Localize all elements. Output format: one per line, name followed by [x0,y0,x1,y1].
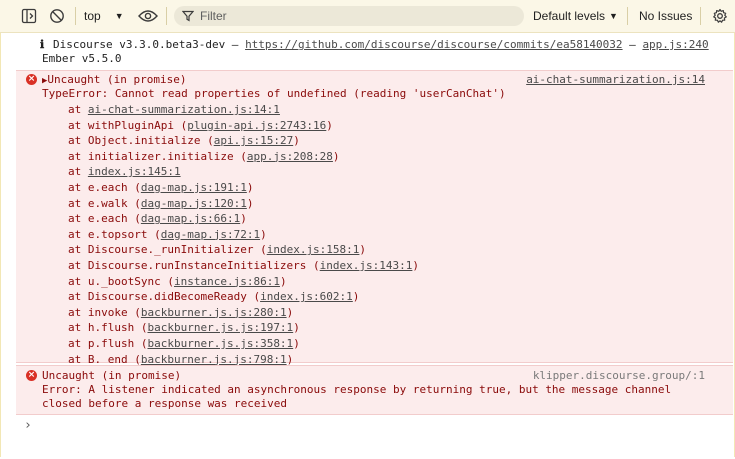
stack-frame: at p.flush (backburner.js.js:358:1) [68,337,300,350]
stack-frame-link[interactable]: app.js:208:28 [247,150,333,163]
stack-frame-function: Object.initialize [87,134,201,148]
error-icon: × [26,74,37,85]
error-1-source-link[interactable]: ai-chat-summarization.js:14 [526,73,705,86]
stack-frame-link[interactable]: index.js:158:1 [267,243,360,256]
log-levels-dropdown[interactable]: Default levels ▼ [533,0,618,32]
console-prompt-icon[interactable]: › [24,418,32,433]
stack-frame: at invoke (backburner.js.js:280:1) [68,305,294,319]
sidebar-icon [18,5,40,27]
context-label: top [84,9,101,23]
stack-frame: at Discourse.runInstanceInitializers (in… [68,259,420,272]
stack-frame-link[interactable]: backburner.js.js:280:1 [141,306,287,319]
block-icon [46,5,68,27]
error-1-message: TypeError: Cannot read properties of und… [42,87,506,100]
stack-frame-function: u._bootSync [87,274,161,288]
stack-frame-link[interactable]: dag-map.js:66:1 [141,212,240,225]
console-toolbar: top ▼ Default levels ▼ No Issues [0,0,735,33]
stack-frame-link[interactable]: ai-chat-summarization.js:14:1 [88,103,280,116]
stack-frame-link[interactable]: index.js:143:1 [320,259,413,272]
stack-frame-link[interactable]: backburner.js.js:197:1 [147,321,293,334]
error-2-message-line-2: closed before a response was received [42,397,288,410]
stack-frame-function: Discourse.runInstanceInitializers [87,259,307,272]
triangle-down-icon: ▼ [609,11,618,21]
stack-frame-function: withPluginApi [87,118,174,132]
stack-frame: at e.each (dag-map.js:66:1) [68,212,247,226]
sidebar-toggle-button[interactable] [18,0,40,32]
stack-frame-link[interactable]: backburner.js.js:798:1 [141,353,287,366]
commit-link[interactable]: https://github.com/discourse/discourse/c… [245,38,623,51]
stack-frame: at index.js:145:1 [68,165,181,179]
stack-frame-link[interactable]: backburner.js.js:358:1 [147,337,293,350]
toolbar-divider [75,7,76,25]
live-expression-button[interactable] [137,0,159,32]
stack-frame-function: e.walk [87,196,128,210]
stack-frame-function: p.flush [87,337,135,350]
stack-frame: at Discourse.didBecomeReady (index.js:60… [68,290,360,304]
triangle-down-icon: ▼ [114,11,124,21]
toolbar-divider [166,7,167,25]
stack-frame-function: initializer.initialize [87,149,234,163]
toolbar-divider [700,7,701,25]
issues-label: No Issues [639,9,693,23]
stack-frame-link[interactable]: instance.js:86:1 [174,275,280,288]
info-source-link[interactable]: app.js:240 [642,38,708,51]
stack-frame-function: Discourse._runInitializer [87,243,254,257]
error-1-header[interactable]: ▶Uncaught (in promise) [42,73,187,87]
stack-frame-function: e.topsort [87,227,148,241]
stack-frame-function: e.each [87,181,128,194]
stack-frame: at u._bootSync (instance.js:86:1) [68,274,287,288]
gear-icon [709,5,731,27]
stack-frame-function: h.flush [87,321,135,335]
stack-frame: at withPluginApi (plugin-api.js:2743:16) [68,118,333,132]
stack-frame: at e.each (dag-map.js:191:1) [68,181,254,194]
eye-icon [137,5,159,27]
error-2-source[interactable]: klipper.discourse.group/:1 [533,369,705,383]
clear-console-button[interactable] [46,0,68,32]
info-message: Discourse v3.3.0.beta3-dev — https://git… [53,38,709,51]
stack-frame-link[interactable]: api.js:15:27 [214,134,293,147]
stack-frame-link[interactable]: index.js:145:1 [88,165,181,178]
stack-frame: at e.topsort (dag-map.js:72:1) [68,227,267,241]
stack-frame-function: Discourse.didBecomeReady [87,290,247,304]
stack-frame-link[interactable]: index.js:602:1 [260,290,353,303]
stack-frame-function: B._end [87,352,128,366]
stack-frame-function: invoke [87,305,128,319]
stack-frame: at h.flush (backburner.js.js:197:1) [68,321,300,335]
stack-frame-link[interactable]: plugin-api.js:2743:16 [187,119,326,132]
stack-frame: at Discourse._runInitializer (index.js:1… [68,243,367,257]
info-icon: ℹ [40,38,45,51]
filter-icon [182,10,194,22]
stack-frame-link[interactable]: dag-map.js:191:1 [141,181,247,194]
filter-input[interactable] [200,9,500,23]
error-2-message-line-1: Error: A listener indicated an asynchron… [42,383,672,396]
error-icon: × [26,370,37,381]
log-levels-label: Default levels [533,9,606,23]
stack-frame: at e.walk (dag-map.js:120:1) [68,196,254,210]
stack-frame: at ai-chat-summarization.js:14:1 [68,103,280,116]
console-settings-button[interactable] [709,0,731,32]
stack-frame-link[interactable]: dag-map.js:120:1 [141,197,247,210]
issues-button[interactable]: No Issues [639,0,692,32]
filter-box[interactable] [174,6,524,26]
stack-frame-function: e.each [87,212,128,226]
stack-frame-link[interactable]: dag-map.js:72:1 [161,228,260,241]
context-selector[interactable]: top ▼ [84,0,124,32]
ember-version-text: Ember v5.5.0 [42,52,122,65]
stack-frame: at Object.initialize (api.js:15:27) [68,134,300,148]
error-2-header: Uncaught (in promise) [42,369,182,382]
toolbar-divider [627,7,628,25]
stack-frame: at initializer.initialize (app.js:208:28… [68,149,340,163]
